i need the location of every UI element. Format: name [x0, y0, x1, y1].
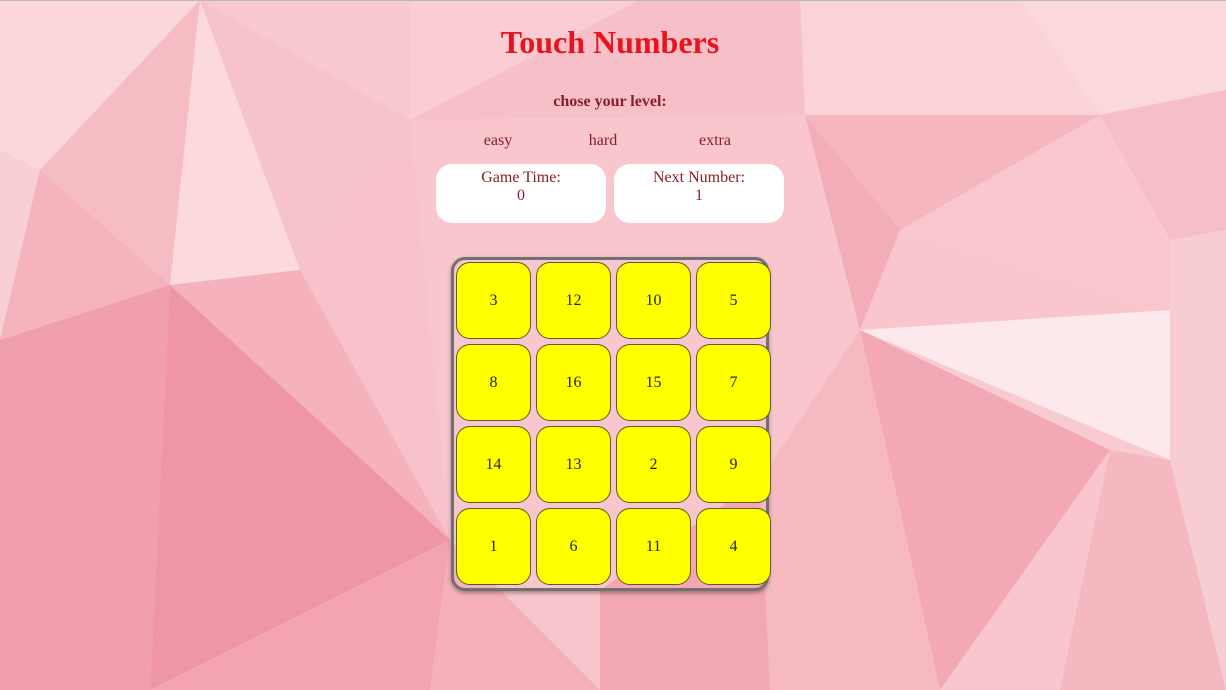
top-border-line: [0, 0, 1226, 1]
number-tile[interactable]: 6: [536, 508, 611, 585]
game-page: Touch Numbers chose your level: easy har…: [0, 0, 1226, 690]
level-hard-button[interactable]: hard: [563, 132, 643, 150]
game-time-value: 0: [517, 187, 525, 204]
next-number-panel: Next Number: 1: [614, 164, 784, 223]
level-prompt: chose your level:: [553, 93, 667, 110]
number-board: 3 12 10 5 8 16 15 7 14 13 2 9 1 6 11 4: [451, 257, 771, 591]
number-tile[interactable]: 5: [696, 262, 771, 339]
number-tile[interactable]: 10: [616, 262, 691, 339]
number-tile[interactable]: 2: [616, 426, 691, 503]
level-easy-button[interactable]: easy: [458, 132, 538, 150]
number-tile[interactable]: 14: [456, 426, 531, 503]
number-tile[interactable]: 4: [696, 508, 771, 585]
number-tile[interactable]: 13: [536, 426, 611, 503]
number-tile[interactable]: 9: [696, 426, 771, 503]
game-time-label: Game Time:: [481, 169, 561, 186]
number-tile[interactable]: 16: [536, 344, 611, 421]
number-tile[interactable]: 3: [456, 262, 531, 339]
number-tile[interactable]: 11: [616, 508, 691, 585]
level-extra-button[interactable]: extra: [675, 132, 755, 150]
number-tile[interactable]: 15: [616, 344, 691, 421]
number-tile[interactable]: 8: [456, 344, 531, 421]
game-time-panel: Game Time: 0: [436, 164, 606, 223]
number-tile[interactable]: 12: [536, 262, 611, 339]
number-tile[interactable]: 7: [696, 344, 771, 421]
number-tile[interactable]: 1: [456, 508, 531, 585]
page-title: Touch Numbers: [500, 24, 720, 60]
next-number-value: 1: [695, 187, 703, 204]
next-number-label: Next Number:: [653, 169, 745, 186]
